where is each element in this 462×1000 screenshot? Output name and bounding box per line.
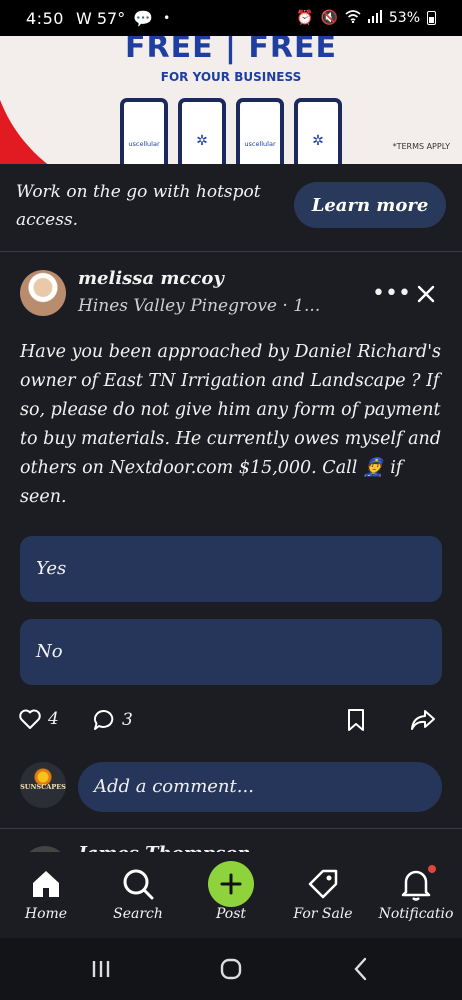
wifi-icon xyxy=(345,9,361,27)
back-icon[interactable] xyxy=(346,954,376,984)
nav-label: Post xyxy=(215,906,247,922)
nav-label: Notificatio xyxy=(378,906,454,922)
nav-notifications[interactable]: Notificatio xyxy=(370,852,462,938)
bookmark-icon xyxy=(346,708,366,732)
share-arrow-icon xyxy=(410,708,436,732)
learn-more-button[interactable]: Learn more xyxy=(294,182,446,228)
nav-home[interactable]: Home xyxy=(0,852,92,938)
heart-icon xyxy=(18,708,42,730)
commenter-brand: SUNSCAPES xyxy=(20,783,66,791)
home-button-icon[interactable] xyxy=(216,954,246,984)
commenter-avatar[interactable]: SUNSCAPES xyxy=(20,762,66,808)
nav-post[interactable]: Post xyxy=(185,852,277,938)
plus-icon xyxy=(208,861,254,907)
tag-icon xyxy=(277,864,369,904)
bottom-nav: Home Search Post For Sale Notificatio xyxy=(0,852,462,938)
status-right: ⏰ 🔇 53% xyxy=(296,9,436,27)
phone-graphic: uscellular xyxy=(120,98,168,164)
ad-banner[interactable]: FREE | FREE FOR YOUR BUSINESS uscellular… xyxy=(0,36,462,164)
phone-brand: uscellular xyxy=(128,140,160,148)
status-bar: 4:50 W 57° 💬 • ⏰ 🔇 53% xyxy=(0,0,462,36)
comment-input[interactable]: Add a comment... xyxy=(78,762,442,812)
nav-label: For Sale xyxy=(293,906,353,922)
bell-icon xyxy=(370,864,462,904)
mute-icon: 🔇 xyxy=(320,10,338,26)
ad-text: Work on the go with hotspot access. xyxy=(16,182,261,230)
signal-icon xyxy=(367,9,382,27)
divider xyxy=(0,828,462,829)
post-author[interactable]: melissa mccoy xyxy=(78,268,224,289)
comment-button[interactable]: 3 xyxy=(92,708,133,732)
nav-label: Search xyxy=(113,906,163,922)
post-location[interactable]: Hines Valley Pinegrove · 1... xyxy=(78,296,320,316)
battery-icon xyxy=(427,11,436,25)
ellipsis-icon[interactable]: ••• xyxy=(372,282,411,306)
author-avatar[interactable] xyxy=(20,270,66,316)
home-icon xyxy=(0,864,92,904)
recent-apps-icon[interactable] xyxy=(86,954,116,984)
status-time: 4:50 xyxy=(26,8,64,28)
status-weather: W 57° xyxy=(75,8,126,28)
notification-badge xyxy=(428,865,436,873)
poll-option-no[interactable]: No xyxy=(20,619,442,685)
speech-bubble-icon xyxy=(92,708,116,732)
share-button[interactable] xyxy=(410,708,436,732)
ad-subheadline: FOR YOUR BUSINESS xyxy=(160,70,302,84)
nav-for-sale[interactable]: For Sale xyxy=(277,852,369,938)
comment-count: 3 xyxy=(122,710,133,730)
nav-label: Home xyxy=(24,906,68,922)
post-body: Have you been approached by Daniel Richa… xyxy=(20,342,442,507)
search-icon xyxy=(92,864,184,904)
phone-graphic: uscellular xyxy=(236,98,284,164)
ad-footer: Work on the go with hotspot access. Lear… xyxy=(0,164,462,252)
status-dot: • xyxy=(163,11,171,25)
chat-notification-icon: 💬 xyxy=(133,8,154,28)
alarm-icon: ⏰ xyxy=(296,10,314,26)
like-button[interactable]: 4 xyxy=(18,708,59,730)
ad-terms: *TERMS APPLY xyxy=(392,142,450,151)
star-logo-icon: ✲ xyxy=(312,133,324,149)
poll-option-yes[interactable]: Yes xyxy=(20,536,442,602)
system-nav xyxy=(0,938,462,1000)
close-icon[interactable] xyxy=(414,282,438,306)
battery-percent: 53% xyxy=(388,10,420,26)
phone-brand: uscellular xyxy=(244,140,276,148)
phone-graphic: ✲ xyxy=(178,98,226,164)
like-count: 4 xyxy=(48,709,59,729)
ad-headline: FREE | FREE xyxy=(124,36,337,65)
bookmark-button[interactable] xyxy=(346,708,366,732)
star-logo-icon: ✲ xyxy=(196,133,208,149)
phone-graphic: ✲ xyxy=(294,98,342,164)
nav-search[interactable]: Search xyxy=(92,852,184,938)
